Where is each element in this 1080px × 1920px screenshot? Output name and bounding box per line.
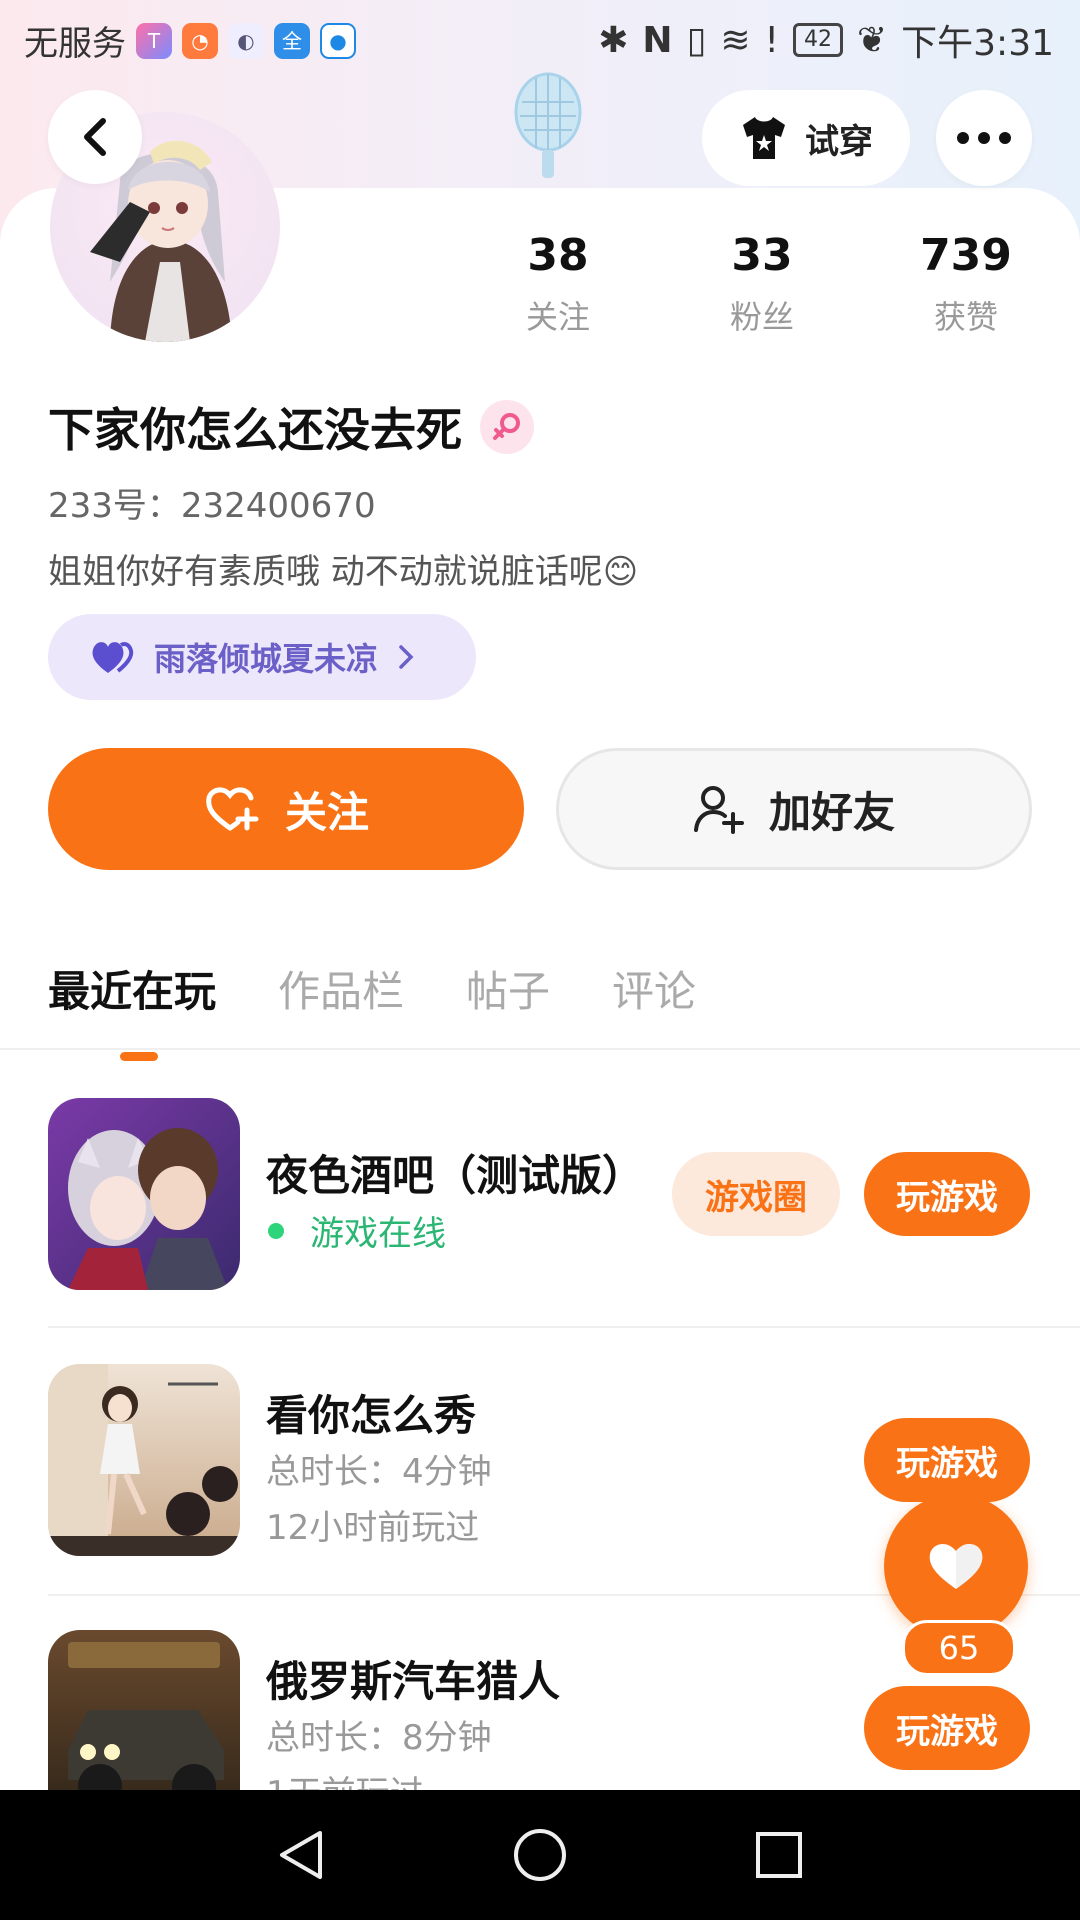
like-count-badge: 65 [902, 1620, 1016, 1676]
profile-tabs: 最近在玩 作品栏 帖子 评论 [48, 958, 696, 1061]
wifi-icon: ≋ [720, 19, 751, 61]
tab-recently-played[interactable]: 最近在玩 [48, 958, 216, 1061]
add-user-icon [693, 786, 744, 834]
more-options-button[interactable] [936, 90, 1032, 186]
tab-divider [0, 1048, 1080, 1050]
game-icon-night-bar [48, 1098, 240, 1290]
app-notification-icon: T [136, 22, 172, 59]
chevron-right-icon [399, 645, 414, 669]
username: 下家你怎么还没去死 [48, 394, 534, 460]
following-count: 38 [527, 230, 589, 281]
stat-likes[interactable]: 739 获赞 [886, 228, 1046, 338]
like-button[interactable] [884, 1494, 1028, 1638]
list-item[interactable]: 夜色酒吧（测试版） 游戏在线 游戏圈 玩游戏 [48, 1098, 1032, 1290]
back-button[interactable] [48, 90, 142, 184]
game-title: 夜色酒吧（测试版） [266, 1151, 645, 1200]
game-duration: 总时长：8分钟 [266, 1718, 492, 1758]
tab-comments[interactable]: 评论 [612, 958, 696, 1019]
followers-count: 33 [731, 230, 793, 281]
online-dot-icon [268, 1222, 284, 1239]
app-notification-icon: ● [320, 22, 356, 59]
carrier-text: 无服务 [24, 24, 126, 64]
game-duration: 总时长：4分钟 [266, 1452, 492, 1492]
app-notification-icon: ◔ [182, 22, 218, 59]
following-label: 关注 [525, 298, 590, 336]
double-heart-icon [92, 642, 134, 673]
game-title: 俄罗斯汽车猎人 [266, 1657, 561, 1706]
alert-icon: ! [764, 19, 779, 61]
microphone-decoration-icon [514, 72, 582, 178]
game-title: 看你怎么秀 [266, 1391, 477, 1440]
stat-following[interactable]: 38 关注 [478, 228, 638, 338]
add-friend-label: 加好友 [768, 787, 895, 837]
list-item[interactable]: 俄罗斯汽车猎人 总时长：8分钟 1天前玩过 玩游戏 [48, 1630, 1032, 1790]
followers-label: 粉丝 [729, 298, 794, 336]
likes-label: 获赞 [933, 298, 998, 336]
username-text: 下家你怎么还没去死 [48, 403, 462, 457]
play-game-button[interactable]: 玩游戏 [864, 1418, 1030, 1502]
back-arrow-icon [84, 118, 106, 156]
nav-recents-icon[interactable] [746, 1822, 812, 1888]
play-game-button[interactable]: 玩游戏 [864, 1152, 1030, 1236]
leaf-icon: ❦ [856, 19, 888, 61]
stat-followers[interactable]: 33 粉丝 [682, 228, 842, 338]
status-bar: 无服务 T ◔ ◐ 全 ● ✱ N ▯ ≋ ! 42 ❦ 下午3:31 [0, 0, 1080, 76]
follow-label: 关注 [284, 787, 369, 837]
follow-button[interactable]: 关注 [48, 748, 524, 870]
play-game-button[interactable]: 玩游戏 [864, 1686, 1030, 1770]
app-notification-icon: ◐ [228, 22, 264, 59]
row-divider [48, 1326, 1080, 1328]
tab-works[interactable]: 作品栏 [278, 958, 404, 1019]
likes-count: 739 [920, 230, 1012, 281]
nfc-icon: N [642, 19, 673, 61]
user-bio: 姐姐你好有素质哦 动不动就说脏话呢😊 [48, 552, 639, 592]
guild-link[interactable]: 雨落倾城夏未凉 [48, 614, 476, 700]
heart-plus-icon [206, 787, 259, 831]
tshirt-icon [743, 117, 785, 159]
bluetooth-icon: ✱ [598, 19, 629, 61]
user-id: 233号：232400670 [48, 486, 376, 526]
game-icon-show [48, 1364, 240, 1556]
game-last-played: 12小时前玩过 [266, 1508, 480, 1548]
game-icon-car-hunter [48, 1630, 240, 1790]
clock-time: 下午3:31 [901, 23, 1054, 64]
female-gender-icon [480, 400, 534, 454]
tab-posts[interactable]: 帖子 [466, 958, 550, 1019]
app-notification-icon: 全 [274, 22, 310, 59]
add-friend-button[interactable]: 加好友 [556, 748, 1032, 870]
try-on-button[interactable]: 试穿 [702, 90, 910, 186]
battery-icon: 42 [792, 23, 843, 57]
try-on-label: 试穿 [805, 121, 873, 162]
more-dots-icon [957, 132, 1011, 144]
game-online-status: 游戏在线 [268, 1206, 446, 1255]
vibrate-icon: ▯ [686, 19, 707, 61]
heart-icon [929, 1543, 983, 1589]
list-item[interactable]: 看你怎么秀 总时长：4分钟 12小时前玩过 玩游戏 [48, 1364, 1032, 1556]
online-status-text: 游戏在线 [310, 1214, 446, 1254]
nav-back-icon[interactable] [268, 1822, 334, 1888]
guild-name: 雨落倾城夏未凉 [154, 640, 379, 678]
system-navigation-bar [0, 1790, 1080, 1920]
nav-home-icon[interactable] [507, 1822, 573, 1888]
game-last-played: 1天前玩过 [266, 1766, 424, 1790]
game-circle-button[interactable]: 游戏圈 [672, 1152, 840, 1236]
